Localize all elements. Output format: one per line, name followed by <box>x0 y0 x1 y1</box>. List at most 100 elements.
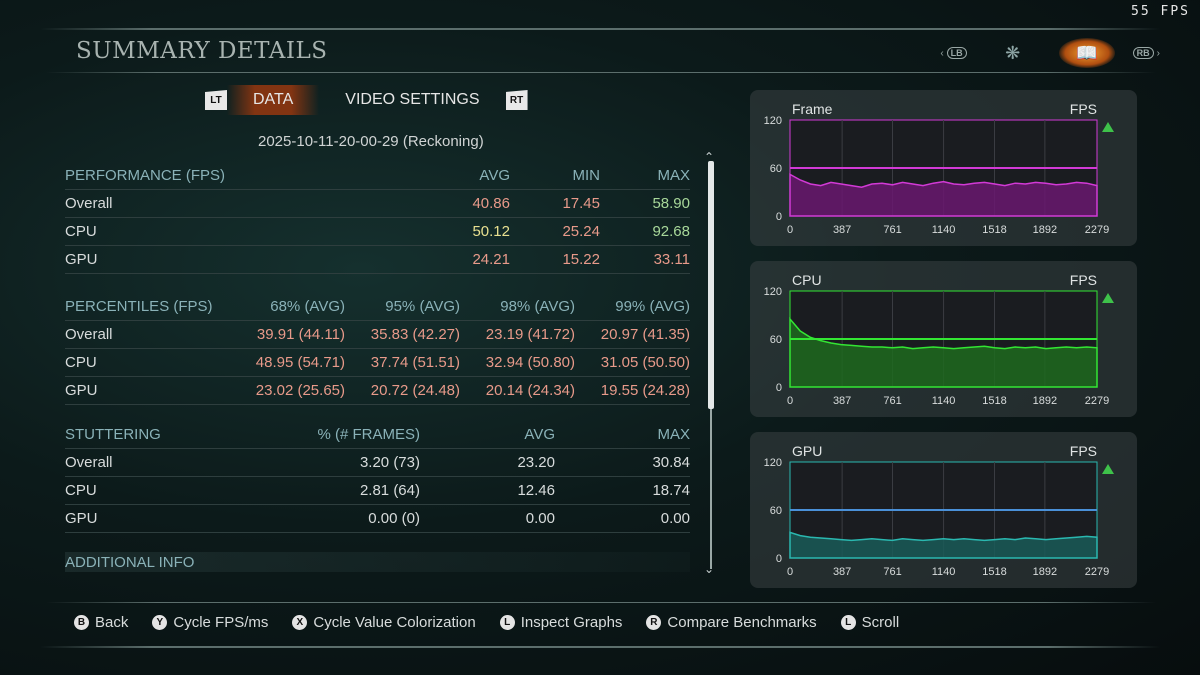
hint-label: Cycle FPS/ms <box>173 614 269 631</box>
scrollbar[interactable]: ⌃ ⌄ <box>703 151 719 575</box>
x-tick-label: 0 <box>787 395 793 407</box>
frame-graph-panel[interactable]: 0 387 761 1140 1518 1892 2279 0 60 120 Frame FPS <box>750 90 1137 246</box>
left-stick-icon: L <box>499 615 515 630</box>
additional-info-section[interactable]: ADDITIONAL INFO <box>65 552 690 572</box>
cell-p98: 32.94 (50.80) <box>485 354 575 371</box>
cell-min: 25.24 <box>562 223 600 240</box>
fps-counter: 55 FPS <box>1131 4 1190 19</box>
hint-label: Compare Benchmarks <box>667 614 817 631</box>
nav-emblem-icon[interactable]: ❋ <box>985 38 1041 68</box>
cell-avg: 24.21 <box>472 251 510 268</box>
gpu-graph-panel[interactable]: 0 387 761 1140 1518 1892 2279 0 60 120 GPU FPS <box>750 432 1137 588</box>
cell-max: 33.11 <box>653 251 690 268</box>
cpu-graph-panel[interactable]: 0 387 761 1140 1518 1892 2279 0 60 120 CPU FPS <box>750 261 1137 417</box>
scroll-up-icon[interactable]: ⌃ <box>704 151 714 163</box>
rb-bumper[interactable]: RB › <box>1132 47 1160 59</box>
table-row: Overall 39.91 (44.11) 35.83 (42.27) 23.1… <box>65 321 690 349</box>
chevron-left-icon: ‹ <box>940 47 944 59</box>
rb-label: RB <box>1132 47 1154 59</box>
lb-label: LB <box>946 47 967 59</box>
hint-scroll[interactable]: L Scroll <box>840 614 899 631</box>
graph-ylabel: FPS <box>1070 443 1097 459</box>
cell-max: 18.74 <box>652 482 690 499</box>
row-label: Overall <box>65 326 113 343</box>
y-button-icon: Y <box>152 615 168 630</box>
cell-max: 0.00 <box>660 510 690 527</box>
table-row: CPU 50.12 25.24 92.68 <box>65 218 690 246</box>
y-tick-label: 120 <box>764 286 782 298</box>
cell-avg: 0.00 <box>525 510 555 527</box>
triangle-up-icon <box>1102 293 1114 303</box>
tab-bar: LT DATA VIDEO SETTINGS RT <box>205 85 528 115</box>
hint-inspect-graphs[interactable]: L Inspect Graphs <box>499 614 622 631</box>
hint-back[interactable]: B Back <box>74 614 128 631</box>
cell-pct: 0.00 (0) <box>368 510 420 527</box>
y-tick-label: 0 <box>776 382 782 394</box>
row-label: Overall <box>65 454 113 471</box>
x-tick-label: 1140 <box>932 224 956 236</box>
x-tick-label: 2279 <box>1085 566 1109 578</box>
table-row: CPU 48.95 (54.71) 37.74 (51.51) 32.94 (5… <box>65 349 690 377</box>
cell-avg: 50.12 <box>472 223 510 240</box>
hint-cycle-colorization[interactable]: X Cycle Value Colorization <box>292 614 476 631</box>
x-tick-label: 387 <box>833 566 851 578</box>
x-tick-label: 2279 <box>1085 395 1109 407</box>
hint-cycle-fps[interactable]: Y Cycle FPS/ms <box>152 614 268 631</box>
col-p98: 98% (AVG) <box>500 297 575 315</box>
col-p95: 95% (AVG) <box>385 297 460 315</box>
row-label: GPU <box>65 251 98 268</box>
row-label: GPU <box>65 382 98 399</box>
book-icon[interactable]: 📖 <box>1058 38 1115 68</box>
cell-p95: 37.74 (51.51) <box>370 354 460 371</box>
cell-p99: 20.97 (41.35) <box>600 326 690 343</box>
footer-hints: B Back Y Cycle FPS/ms X Cycle Value Colo… <box>74 614 899 631</box>
performance-table: PERFORMANCE (FPS) AVG MIN MAX Overall 40… <box>65 161 690 274</box>
tab-data[interactable]: DATA <box>227 85 320 115</box>
scroll-down-icon[interactable]: ⌄ <box>704 563 714 575</box>
stuttering-header: STUTTERING % (# FRAMES) AVG MAX <box>65 420 690 449</box>
col-pct: % (# FRAMES) <box>317 425 420 443</box>
cell-pct: 2.81 (64) <box>359 482 420 499</box>
hint-label: Cycle Value Colorization <box>313 614 476 631</box>
x-tick-label: 1518 <box>982 395 1006 407</box>
bottom-frame-line <box>40 646 1160 648</box>
x-button-icon: X <box>292 615 308 630</box>
scrollbar-thumb[interactable] <box>708 161 714 409</box>
percentiles-title: PERCENTILES (FPS) <box>65 297 213 315</box>
y-tick-label: 120 <box>764 115 782 127</box>
cell-avg: 23.20 <box>517 454 555 471</box>
performance-header: PERFORMANCE (FPS) AVG MIN MAX <box>65 161 690 190</box>
header-nav: ‹ LB ❋ 📖 RB › <box>940 38 1160 68</box>
y-tick-label: 120 <box>764 457 782 469</box>
percentiles-header: PERCENTILES (FPS) 68% (AVG) 95% (AVG) 98… <box>65 292 690 321</box>
cell-min: 17.45 <box>562 195 600 212</box>
x-tick-label: 761 <box>883 566 901 578</box>
col-p68: 68% (AVG) <box>270 297 345 315</box>
table-row: Overall 40.86 17.45 58.90 <box>65 190 690 218</box>
col-avg: AVG <box>479 166 510 184</box>
lt-trigger-icon[interactable]: LT <box>205 90 227 110</box>
b-button-icon: B <box>74 615 89 630</box>
run-label: 2025-10-11-20-00-29 (Reckoning) <box>258 133 484 150</box>
lb-bumper[interactable]: ‹ LB <box>940 47 967 59</box>
cell-p68: 23.02 (25.65) <box>255 382 345 399</box>
graph-title: Frame <box>792 101 833 117</box>
hint-label: Back <box>95 614 129 631</box>
x-tick-label: 1140 <box>932 566 956 578</box>
cell-p95: 35.83 (42.27) <box>370 326 460 343</box>
graph-title: CPU <box>792 272 822 288</box>
additional-info-title: ADDITIONAL INFO <box>65 553 195 571</box>
stuttering-table: STUTTERING % (# FRAMES) AVG MAX Overall … <box>65 420 690 533</box>
chevron-right-icon: › <box>1156 47 1160 59</box>
left-stick-icon: L <box>840 615 856 630</box>
triangle-up-icon <box>1102 464 1114 474</box>
table-row: GPU 23.02 (25.65) 20.72 (24.48) 20.14 (2… <box>65 377 690 405</box>
cell-p98: 23.19 (41.72) <box>485 326 575 343</box>
graph-ylabel: FPS <box>1070 272 1097 288</box>
col-avg: AVG <box>524 425 555 443</box>
hint-compare-benchmarks[interactable]: R Compare Benchmarks <box>646 614 817 631</box>
tab-video-settings[interactable]: VIDEO SETTINGS <box>319 85 505 115</box>
cpu-graph: 0 387 761 1140 1518 1892 2279 0 60 120 CPU FPS <box>764 272 1114 407</box>
rt-trigger-icon[interactable]: RT <box>505 90 528 110</box>
graph-ylabel: FPS <box>1070 101 1097 117</box>
